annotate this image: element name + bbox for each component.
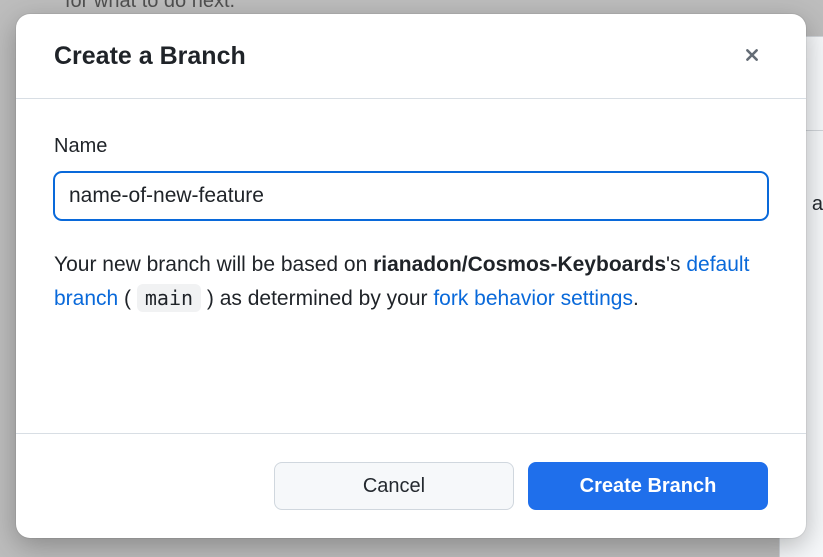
close-icon bbox=[742, 45, 762, 68]
background-text: for what to do next. bbox=[65, 0, 235, 13]
create-branch-button[interactable]: Create Branch bbox=[528, 462, 768, 510]
branch-name-input[interactable] bbox=[54, 172, 768, 220]
help-open-paren: ( bbox=[118, 287, 137, 310]
create-branch-dialog: Create a Branch Name Your new branch wil… bbox=[16, 14, 806, 538]
dialog-title: Create a Branch bbox=[54, 42, 246, 71]
cancel-button[interactable]: Cancel bbox=[274, 462, 514, 510]
help-possessive: 's bbox=[666, 253, 686, 276]
help-prefix: Your new branch will be based on bbox=[54, 253, 373, 276]
help-text: Your new branch will be based on rianado… bbox=[54, 248, 768, 315]
close-button[interactable] bbox=[736, 40, 768, 72]
dialog-header: Create a Branch bbox=[16, 14, 806, 99]
name-label: Name bbox=[54, 135, 768, 158]
fork-behavior-settings-link[interactable]: fork behavior settings bbox=[433, 287, 633, 310]
branch-code: main bbox=[137, 284, 201, 312]
dialog-body: Name Your new branch will be based on ri… bbox=[16, 99, 806, 434]
help-repo-name: rianadon/Cosmos-Keyboards bbox=[373, 253, 666, 276]
help-period: . bbox=[633, 287, 639, 310]
dialog-footer: Cancel Create Branch bbox=[16, 434, 806, 538]
background-char: a bbox=[812, 193, 823, 216]
help-close-paren: ) as determined by your bbox=[201, 287, 433, 310]
